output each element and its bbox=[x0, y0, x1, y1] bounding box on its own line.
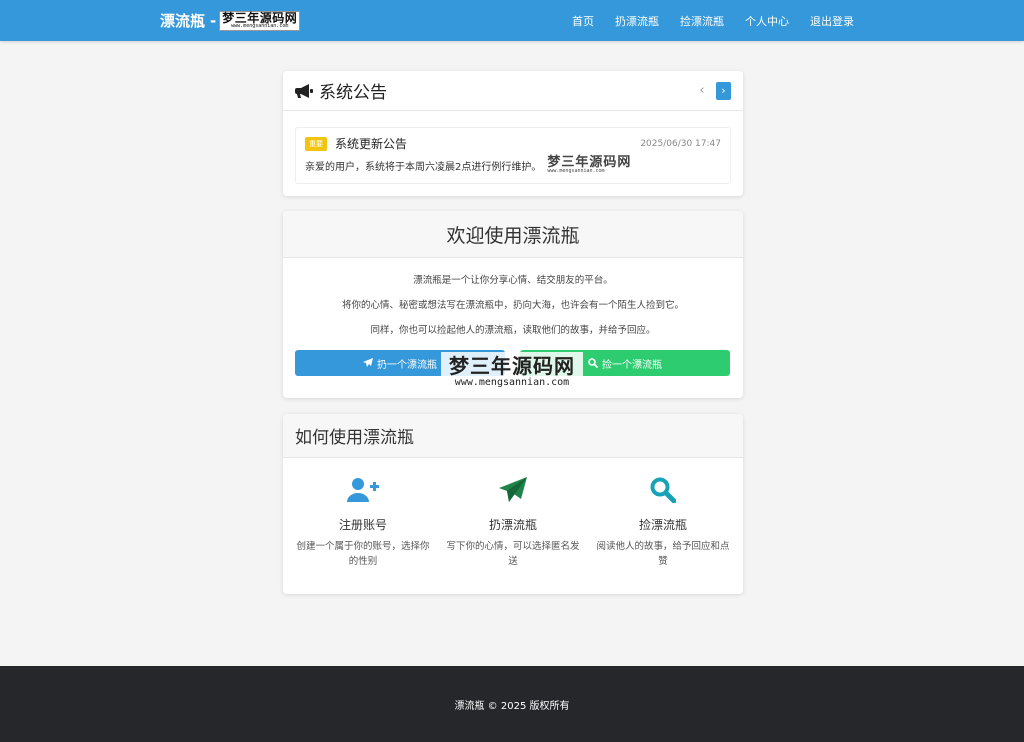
brand-separator: - bbox=[210, 11, 217, 30]
watermark-main-text: 梦三年源码网 bbox=[449, 354, 575, 378]
watermark-overlay: 梦三年源码网 www.mengsannian.com bbox=[441, 352, 583, 392]
watermark-sub-text: www.mengsannian.com bbox=[454, 377, 570, 388]
welcome-title: 欢迎使用漂流瓶 bbox=[446, 224, 580, 247]
announcement-card: 系统公告 ‹ › 重要 系统更新公告 2025/06/30 17:47 亲爱的用… bbox=[283, 71, 743, 196]
howto-title: 如何使用漂流瓶 bbox=[295, 428, 414, 448]
step-description: 创建一个属于你的账号，选择你的性别 bbox=[296, 541, 430, 567]
step-throw: 扔漂流瓶 写下你的心情，可以选择匿名发送 bbox=[443, 476, 583, 569]
howto-header: 如何使用漂流瓶 bbox=[283, 414, 743, 458]
paper-plane-icon bbox=[363, 358, 373, 367]
search-icon bbox=[650, 477, 676, 503]
logo-sub-text: www.mengsannian.com bbox=[231, 23, 289, 29]
step-register: 注册账号 创建一个属于你的账号，选择你的性别 bbox=[293, 476, 433, 569]
watermark-sub-text: www.mengsannian.com bbox=[547, 167, 605, 174]
footer-copyright: 漂流瓶 © 2025 版权所有 bbox=[454, 700, 570, 712]
welcome-header: 欢迎使用漂流瓶 bbox=[283, 211, 743, 258]
welcome-card: 欢迎使用漂流瓶 漂流瓶是一个让你分享心情、结交朋友的平台。 将你的心情、秘密或想… bbox=[283, 211, 743, 398]
step-title: 扔漂流瓶 bbox=[488, 518, 537, 532]
megaphone-icon bbox=[295, 83, 313, 98]
nav-link-home[interactable]: 首页 bbox=[572, 13, 594, 29]
pick-bottle-label: 捡一个漂流瓶 bbox=[602, 359, 662, 371]
step-description: 阅读他人的故事，给予回应和点赞 bbox=[596, 541, 730, 567]
throw-bottle-label: 扔一个漂流瓶 bbox=[377, 359, 437, 371]
announcement-item-title: 系统更新公告 bbox=[335, 137, 408, 151]
welcome-paragraph: 将你的心情、秘密或想法写在漂流瓶中，扔向大海，也许会有一个陌生人捡到它。 bbox=[341, 300, 684, 311]
footer: 漂流瓶 © 2025 版权所有 bbox=[0, 666, 1024, 742]
carousel-prev-button[interactable]: ‹ bbox=[694, 83, 710, 98]
carousel-next-button[interactable]: › bbox=[716, 81, 731, 100]
nav-links: 首页 扔漂流瓶 捡漂流瓶 个人中心 退出登录 bbox=[551, 0, 854, 41]
step-title: 注册账号 bbox=[338, 518, 387, 532]
watermark-inline: 梦三年源码网 www.mengsannian.com bbox=[547, 156, 631, 174]
brand-name[interactable]: 漂流瓶 bbox=[160, 10, 205, 31]
announcement-item[interactable]: 重要 系统更新公告 2025/06/30 17:47 亲爱的用户，系统将于本周六… bbox=[295, 127, 731, 184]
brand[interactable]: 漂流瓶 - 梦三年源码网 www.mengsannian.com bbox=[160, 10, 301, 31]
announcement-date: 2025/06/30 17:47 bbox=[640, 138, 721, 149]
step-description: 写下你的心情，可以选择匿名发送 bbox=[446, 541, 580, 567]
important-badge: 重要 bbox=[305, 136, 327, 151]
nav-link-profile[interactable]: 个人中心 bbox=[745, 13, 789, 29]
carousel-controls: ‹ › bbox=[694, 81, 731, 100]
search-icon bbox=[588, 358, 598, 368]
announcement-header: 系统公告 ‹ › bbox=[283, 71, 743, 111]
watermark-logo: 梦三年源码网 www.mengsannian.com bbox=[219, 10, 301, 31]
step-title: 捡漂流瓶 bbox=[638, 518, 687, 532]
welcome-paragraph: 同样，你也可以捡起他人的漂流瓶，读取他们的故事，并给予回应。 bbox=[370, 325, 656, 336]
welcome-paragraph: 漂流瓶是一个让你分享心情、结交朋友的平台。 bbox=[413, 275, 613, 286]
howto-card: 如何使用漂流瓶 注册账号 创建一个属于你的账号，选择你的性别 扔漂流瓶 写下你的… bbox=[283, 414, 743, 594]
user-plus-icon bbox=[347, 478, 379, 502]
step-pick: 捡漂流瓶 阅读他人的故事，给予回应和点赞 bbox=[593, 476, 733, 569]
nav-link-throw[interactable]: 扔漂流瓶 bbox=[615, 13, 659, 29]
announcement-body: 亲爱的用户，系统将于本周六凌晨2点进行例行维护。 bbox=[305, 162, 542, 173]
top-navbar: 漂流瓶 - 梦三年源码网 www.mengsannian.com 首页 扔漂流瓶… bbox=[0, 0, 1024, 41]
paper-plane-icon bbox=[499, 477, 527, 502]
nav-link-logout[interactable]: 退出登录 bbox=[810, 13, 854, 29]
nav-link-pick[interactable]: 捡漂流瓶 bbox=[680, 13, 724, 29]
announcement-title: 系统公告 bbox=[319, 83, 387, 103]
